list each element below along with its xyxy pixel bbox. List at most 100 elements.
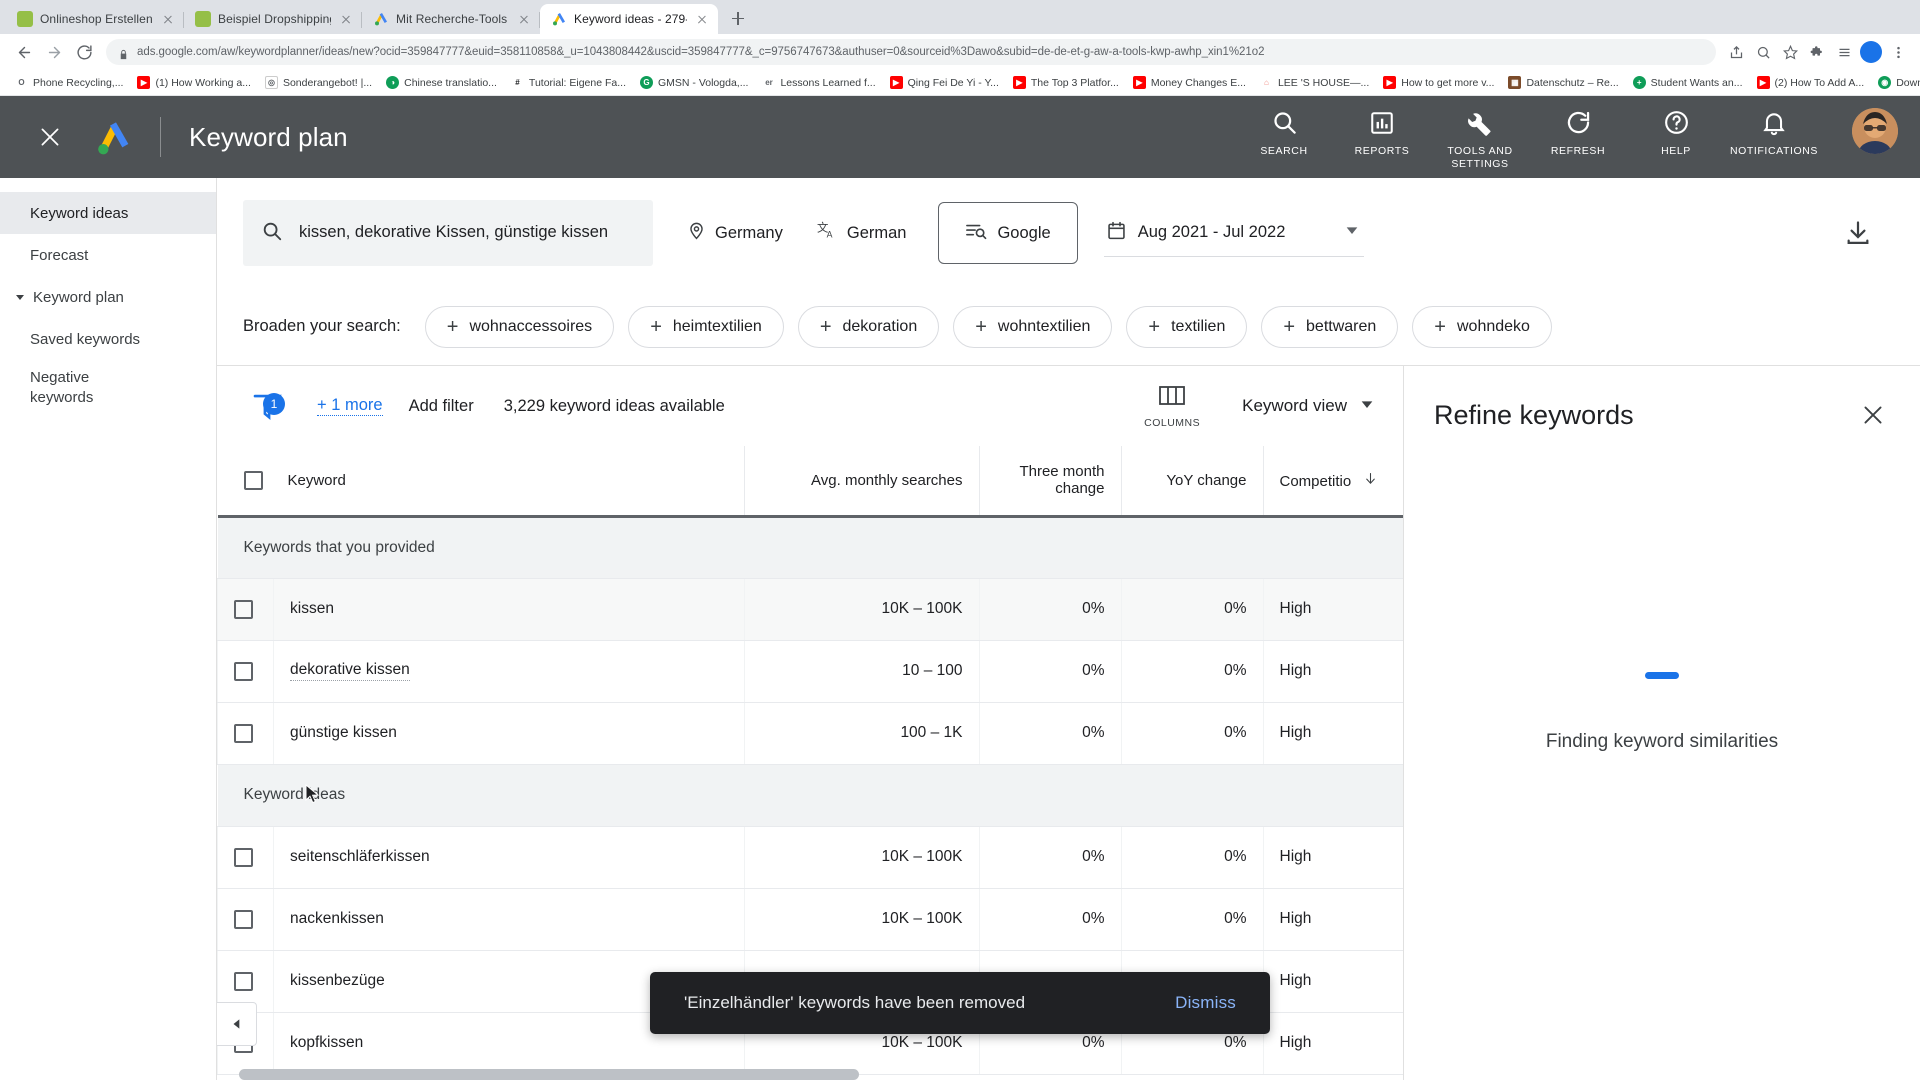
bookmark-item[interactable]: ▶ (1) How Working a...	[130, 72, 258, 94]
broaden-chip-0[interactable]: + wohnaccessoires	[424, 305, 615, 348]
bookmark-item[interactable]: ▶ The Top 3 Platfor...	[1006, 72, 1126, 94]
reload-icon[interactable]	[70, 38, 98, 66]
url-input[interactable]: ads.google.com/aw/keywordplanner/ideas/n…	[106, 39, 1716, 65]
network-filter[interactable]: Google	[938, 202, 1078, 264]
header-action-help[interactable]: HELP	[1630, 108, 1722, 158]
filter-icon[interactable]: 1	[239, 389, 295, 423]
language-filter[interactable]: 文A German	[817, 220, 907, 246]
collapse-panel-button[interactable]	[217, 1002, 257, 1046]
list-icon[interactable]	[1832, 40, 1856, 64]
view-selector[interactable]: Keyword view	[1242, 396, 1375, 417]
bookmark-item[interactable]: er Lessons Learned f...	[755, 72, 882, 94]
table-row[interactable]: seitenschläferkissen 10K – 100K 0% 0% Hi…	[217, 826, 1403, 889]
row-checkbox[interactable]	[234, 847, 253, 867]
bookmark-item[interactable]: ◉ Download - Cooki...	[1871, 72, 1920, 94]
avatar[interactable]	[1852, 107, 1898, 154]
bookmark-item[interactable]: G GMSN - Vologda,...	[633, 72, 755, 94]
broaden-chip-6[interactable]: + wohndeko	[1412, 305, 1552, 348]
table-row[interactable]: kissen 10K – 100K 0% 0% High	[217, 578, 1403, 641]
translate-icon: 文A	[817, 220, 838, 246]
bookmark-item[interactable]: ▶ Qing Fei De Yi - Y...	[883, 72, 1006, 94]
new-tab-button[interactable]	[724, 4, 752, 32]
close-icon[interactable]	[1856, 398, 1890, 432]
tab-title: Mit Recherche-Tools die richti	[396, 12, 509, 26]
select-all-checkbox[interactable]	[243, 470, 263, 490]
column-header-competition[interactable]: Competitio	[1262, 446, 1403, 518]
bookmark-item[interactable]: ⌂ LEE 'S HOUSE—...	[1253, 72, 1376, 94]
keyword-ideas-count: 3,229 keyword ideas available	[503, 396, 725, 415]
toast-dismiss-button[interactable]: Dismiss	[1175, 993, 1236, 1013]
column-header-keyword[interactable]: Keyword	[273, 446, 744, 518]
forward-icon[interactable]	[40, 38, 68, 66]
location-filter[interactable]: Germany	[687, 221, 783, 245]
header-action-refresh[interactable]: REFRESH	[1532, 108, 1624, 158]
sidebar-item-saved-keywords[interactable]: Saved keywords	[0, 318, 216, 360]
more-filters-link[interactable]: + 1 more	[317, 396, 383, 416]
bookmark-item[interactable]: + Student Wants an...	[1626, 72, 1750, 94]
close-icon[interactable]	[694, 11, 710, 27]
menu-icon[interactable]	[1886, 40, 1910, 64]
keyword-search-input[interactable]: kissen, dekorative Kissen, günstige kiss…	[243, 200, 653, 266]
sidebar-item-label: Keyword plan	[33, 288, 124, 306]
broaden-chip-5[interactable]: + bettwaren	[1261, 305, 1399, 348]
bookmark-label: How to get more v...	[1401, 76, 1495, 89]
header-divider	[160, 117, 161, 157]
sidebar-item-keyword-ideas[interactable]: Keyword ideas	[0, 192, 216, 234]
broaden-chip-1[interactable]: + heimtextilien	[628, 305, 784, 348]
bookmark-item[interactable]: ▶ How to get more v...	[1376, 72, 1501, 94]
sidebar-item-forecast[interactable]: Forecast	[0, 234, 216, 276]
bookmark-item[interactable]: ▶ (2) How To Add A...	[1750, 72, 1872, 94]
row-checkbox[interactable]	[234, 599, 253, 619]
date-range-selector[interactable]: Aug 2021 - Jul 2022	[1103, 209, 1364, 257]
header-action-reports[interactable]: REPORTS	[1336, 108, 1428, 158]
close-icon[interactable]	[516, 11, 532, 27]
download-button[interactable]	[1842, 217, 1874, 249]
browser-tab-0[interactable]: Onlineshop Erstellen - Einfach	[6, 4, 184, 34]
bookmark-item[interactable]: # Tutorial: Eigene Fa...	[504, 72, 633, 94]
row-checkbox[interactable]	[234, 971, 253, 991]
sidebar-item-negative-keywords[interactable]: Negative keywords	[0, 360, 150, 417]
bookmark-item[interactable]: ◎ Sonderangebot! |...	[258, 72, 379, 94]
columns-button[interactable]: COLUMNS	[1144, 383, 1200, 429]
row-checkbox[interactable]	[234, 723, 253, 743]
scrollbar-thumb[interactable]	[239, 1069, 859, 1080]
broaden-chip-3[interactable]: + wohntextilien	[953, 305, 1113, 348]
keyword-link[interactable]: dekorative kissen	[290, 661, 410, 681]
search-icon[interactable]	[1751, 40, 1775, 64]
bookmark-item[interactable]: ◑ Chinese translatio...	[379, 72, 504, 94]
bookmark-star-icon[interactable]	[1778, 40, 1802, 64]
row-checkbox[interactable]	[234, 909, 253, 929]
column-header-avg-monthly-searches[interactable]: Avg. monthly searches	[743, 446, 979, 518]
header-action-search[interactable]: SEARCH	[1238, 108, 1330, 158]
table-row[interactable]: nackenkissen 10K – 100K 0% 0% High	[217, 888, 1403, 951]
account-icon[interactable]	[1859, 40, 1883, 64]
close-plan-button[interactable]	[30, 117, 70, 157]
filter-count-badge: 1	[263, 393, 285, 415]
chip-label: wohndeko	[1456, 317, 1530, 335]
header-action-notifications[interactable]: NOTIFICATIONS	[1728, 108, 1820, 158]
add-filter-button[interactable]: Add filter	[409, 397, 474, 416]
bookmark-item[interactable]: ▶ Money Changes E...	[1126, 72, 1253, 94]
close-icon[interactable]	[338, 11, 354, 27]
table-row[interactable]: günstige kissen 100 – 1K 0% 0% High	[217, 702, 1403, 765]
horizontal-scrollbar[interactable]	[239, 1069, 1403, 1080]
share-icon[interactable]	[1724, 40, 1748, 64]
cell-three-month-change: 0%	[978, 826, 1121, 889]
puzzle-extension-icon[interactable]	[1805, 40, 1829, 64]
broaden-chip-4[interactable]: + textilien	[1126, 305, 1248, 348]
back-icon[interactable]	[10, 38, 38, 66]
bookmark-item[interactable]: ▦ Datenschutz – Re...	[1501, 72, 1625, 94]
tab-title: Keyword ideas - 279-560-18	[574, 12, 687, 26]
bookmark-item[interactable]: O Phone Recycling,...	[8, 72, 130, 94]
table-row[interactable]: dekorative kissen 10 – 100 0% 0% High	[217, 640, 1403, 703]
browser-tab-2[interactable]: Mit Recherche-Tools die richti	[362, 4, 540, 34]
row-checkbox[interactable]	[234, 661, 253, 681]
column-header-three-month-change[interactable]: Three month change	[978, 446, 1121, 518]
header-action-tools[interactable]: TOOLS AND SETTINGS	[1434, 108, 1526, 170]
broaden-chip-2[interactable]: + dekoration	[797, 305, 940, 348]
browser-tab-3[interactable]: Keyword ideas - 279-560-18	[540, 4, 718, 34]
browser-tab-1[interactable]: Beispiel Dropshipping Store ·	[184, 4, 362, 34]
sidebar-group-keyword-plan[interactable]: Keyword plan	[0, 276, 216, 318]
close-icon[interactable]	[160, 11, 176, 27]
column-header-yoy-change[interactable]: YoY change	[1120, 446, 1263, 518]
